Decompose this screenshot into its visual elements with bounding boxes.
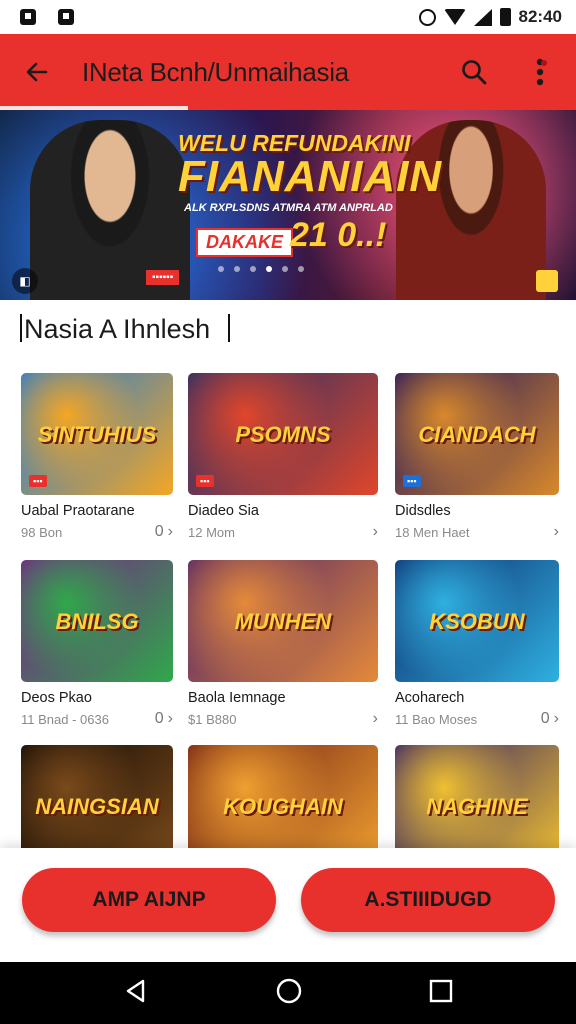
bottom-action-bar: AMP AIJNP A.STIIIDUGD bbox=[0, 848, 576, 962]
carousel-dot-active[interactable] bbox=[266, 266, 272, 272]
game-meta-text: $1 B880 bbox=[188, 711, 237, 727]
game-title: Didsdles bbox=[395, 503, 451, 519]
nav-home-icon[interactable] bbox=[275, 977, 303, 1010]
game-title: Acoharech bbox=[395, 690, 465, 706]
back-arrow-icon[interactable] bbox=[18, 53, 56, 91]
game-meta-text: 11 Bao Moses bbox=[395, 711, 478, 727]
game-logo: BNILSG bbox=[55, 608, 139, 634]
primary-action-button[interactable]: AMP AIJNP bbox=[22, 868, 276, 932]
chevron-right-icon[interactable]: 0 › bbox=[541, 710, 559, 728]
game-meta: 98 Bon 0 › bbox=[21, 523, 173, 541]
banner-badge: DAKAKE bbox=[196, 228, 294, 257]
game-logo: SINTUHIUS bbox=[37, 421, 157, 447]
wifi-icon bbox=[443, 9, 466, 25]
star-icon bbox=[536, 270, 558, 292]
hero-right-image bbox=[396, 120, 546, 300]
banner-headline: WELU REFUNDAKINI FIANANIAIN bbox=[178, 132, 443, 201]
banner-number: 21 0..! bbox=[290, 216, 387, 254]
game-thumbnail[interactable]: BNILSG bbox=[21, 560, 173, 682]
search-icon[interactable] bbox=[456, 54, 492, 90]
game-thumbnail[interactable]: MUNHEN bbox=[188, 560, 378, 682]
game-meta-right: 0 bbox=[154, 710, 164, 727]
nav-back-icon[interactable] bbox=[123, 978, 149, 1009]
game-title: Baola Iemnage bbox=[188, 690, 286, 706]
game-meta-text: 12 Mom bbox=[188, 524, 235, 540]
game-logo: CIANDACH bbox=[418, 421, 536, 447]
game-card[interactable]: SINTUHIUS ▪▪▪ Uabal Praotarane 98 Bon 0 › bbox=[21, 373, 173, 541]
game-logo: KOUGHAIN bbox=[223, 793, 343, 819]
chevron-right-icon[interactable]: › bbox=[369, 710, 378, 728]
status-bar: 82:40 bbox=[0, 0, 576, 34]
game-card[interactable]: CIANDACH ▪▪▪ Didsdles 18 Men Haet › bbox=[395, 373, 559, 541]
game-meta-text: 11 Bnad - 0636 bbox=[21, 711, 109, 727]
text-cursor-bar bbox=[20, 314, 22, 342]
section-title: Nasia A Ihnlesh bbox=[20, 314, 231, 345]
game-card[interactable]: KSOBUN Acoharech 11 Bao Moses 0 › bbox=[395, 560, 559, 728]
game-thumbnail[interactable]: SINTUHIUS ▪▪▪ bbox=[21, 373, 173, 495]
game-card[interactable]: BNILSG Deos Pkao 11 Bnad - 0636 0 › bbox=[21, 560, 173, 728]
text-cursor-bar bbox=[228, 314, 231, 342]
game-meta-right: 0 bbox=[540, 710, 550, 727]
game-logo: PSOMNS bbox=[235, 421, 331, 447]
game-logo: NAGHINE bbox=[426, 793, 528, 819]
notification-icon bbox=[20, 9, 36, 25]
game-meta: 11 Bnad - 0636 0 › bbox=[21, 710, 173, 728]
game-logo: MUNHEN bbox=[234, 608, 332, 634]
battery-icon bbox=[499, 8, 511, 26]
game-tag: ▪▪▪ bbox=[196, 475, 214, 487]
game-card[interactable]: MUNHEN Baola Iemnage $1 B880 › bbox=[188, 560, 378, 728]
game-meta-text: 18 Men Haet bbox=[395, 524, 470, 540]
more-options-icon[interactable] bbox=[522, 54, 558, 90]
game-thumbnail[interactable]: CIANDACH ▪▪▪ bbox=[395, 373, 559, 495]
system-nav-bar bbox=[0, 962, 576, 1024]
carousel-dot[interactable] bbox=[234, 266, 240, 272]
game-meta: 18 Men Haet › bbox=[395, 523, 559, 541]
chevron-right-icon[interactable]: › bbox=[550, 523, 559, 541]
section-title-text: Nasia A Ihnlesh bbox=[24, 314, 211, 344]
game-thumbnail[interactable]: KSOBUN bbox=[395, 560, 559, 682]
page-title: INeta Bcnh/Unmaihasia bbox=[82, 56, 349, 87]
game-title: Uabal Praotarane bbox=[21, 503, 135, 519]
game-meta-text: 98 Bon bbox=[21, 524, 63, 540]
game-title: Deos Pkao bbox=[21, 690, 92, 706]
alarm-icon bbox=[418, 8, 436, 26]
status-time: 82:40 bbox=[518, 7, 562, 26]
secondary-action-button[interactable]: A.STIIIDUGD bbox=[301, 868, 555, 932]
info-icon[interactable]: ◧ bbox=[12, 268, 38, 294]
nav-recents-icon[interactable] bbox=[429, 979, 453, 1008]
banner-headline-line2: FIANANIAIN bbox=[178, 152, 443, 201]
game-meta-right: 0 bbox=[154, 523, 164, 540]
game-logo: NAINGSIAN bbox=[35, 793, 159, 819]
carousel-dots[interactable] bbox=[218, 266, 304, 272]
game-thumbnail[interactable]: PSOMNS ▪▪▪ bbox=[188, 373, 378, 495]
game-tag: ▪▪▪ bbox=[403, 475, 421, 487]
game-title: Diadeo Sia bbox=[188, 503, 259, 519]
chevron-right-icon[interactable]: 0 › bbox=[155, 710, 173, 728]
carousel-dot[interactable] bbox=[298, 266, 304, 272]
game-tag: ▪▪▪ bbox=[29, 475, 47, 487]
chevron-right-icon[interactable]: 0 › bbox=[155, 523, 173, 541]
banner-subline: ALK RXPLSDNS ATMRA ATM ANPRLAD bbox=[184, 202, 393, 214]
carousel-dot[interactable] bbox=[282, 266, 288, 272]
app-bar: INeta Bcnh/Unmaihasia bbox=[0, 34, 576, 110]
game-meta: 12 Mom › bbox=[188, 523, 378, 541]
game-card[interactable]: PSOMNS ▪▪▪ Diadeo Sia 12 Mom › bbox=[188, 373, 378, 541]
game-meta: 11 Bao Moses 0 › bbox=[395, 710, 559, 728]
signal-icon bbox=[473, 8, 492, 26]
chevron-right-icon[interactable]: › bbox=[369, 523, 378, 541]
notification-icon-2 bbox=[58, 9, 74, 25]
game-meta: $1 B880 › bbox=[188, 710, 378, 728]
carousel-dot[interactable] bbox=[250, 266, 256, 272]
banner-small-tag: ▪▪▪▪▪▪ bbox=[146, 270, 180, 285]
carousel-dot[interactable] bbox=[218, 266, 224, 272]
game-logo: KSOBUN bbox=[429, 608, 525, 634]
